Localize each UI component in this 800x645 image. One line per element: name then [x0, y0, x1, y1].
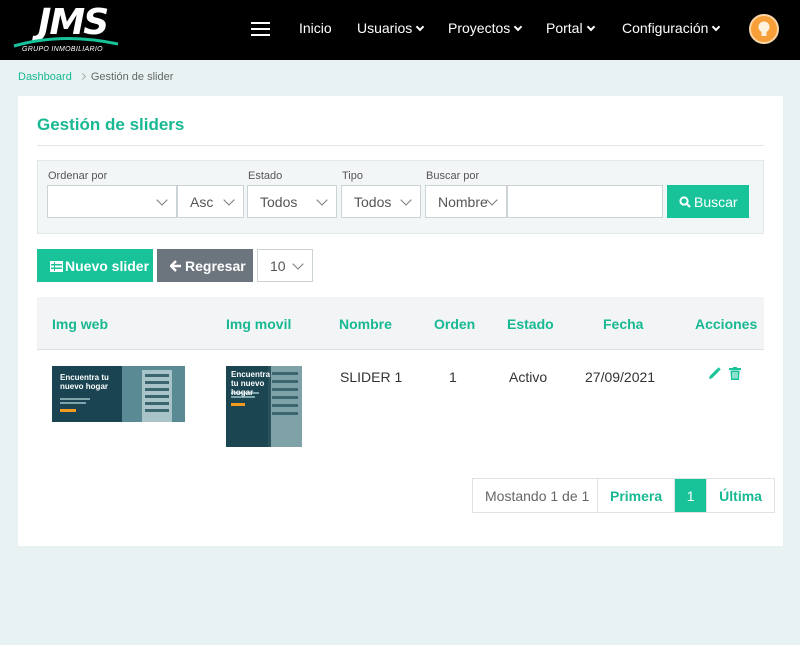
- chevron-down-icon: [416, 22, 425, 32]
- chevron-down-icon: [400, 194, 412, 206]
- estado-label: Estado: [248, 170, 283, 182]
- pagination-last[interactable]: Última: [706, 479, 774, 512]
- menu-toggle-icon[interactable]: [251, 22, 270, 37]
- nav-item-usuarios[interactable]: Usuarios: [357, 20, 425, 36]
- chevron-down-icon: [586, 22, 595, 32]
- logo-subtitle: GRUPO INMOBILIARIO: [22, 46, 103, 53]
- tipo-select[interactable]: Todos: [341, 185, 421, 218]
- chevron-down-icon: [712, 22, 721, 32]
- list-table-icon: [50, 261, 63, 272]
- per-page-select[interactable]: 10: [257, 249, 313, 282]
- col-header-acciones: Acciones: [695, 316, 758, 332]
- chevron-down-icon: [316, 194, 328, 206]
- chevron-down-icon: [514, 22, 523, 32]
- chevron-down-icon: [223, 194, 235, 206]
- chevron-down-icon: [156, 194, 168, 206]
- search-field-select[interactable]: Nombre: [425, 185, 507, 218]
- estado-select[interactable]: Todos: [247, 185, 337, 218]
- slider-image-movil[interactable]: Encuentra tu nuevo hogar: [226, 366, 302, 447]
- search-icon: [679, 196, 691, 208]
- breadcrumb-current: Gestión de slider: [90, 71, 174, 83]
- col-header-nombre: Nombre: [339, 316, 392, 332]
- chevron-right-icon: [78, 72, 86, 81]
- buscar-label: Buscar por: [426, 170, 480, 182]
- chevron-down-icon: [486, 194, 498, 206]
- title-divider: [37, 145, 764, 146]
- pagination-first[interactable]: Primera: [597, 479, 674, 512]
- page-title: Gestión de sliders: [37, 115, 185, 134]
- order-select[interactable]: [47, 185, 177, 218]
- order-label: Ordenar por: [48, 170, 108, 182]
- nav-item-proyectos[interactable]: Proyectos: [448, 20, 523, 36]
- col-header-img-web: Img web: [52, 316, 109, 332]
- arrow-left-icon: [169, 260, 181, 272]
- img-movil-caption: Encuentra tu nuevo hogar: [231, 370, 271, 397]
- pagination-info: Mostando 1 de 1: [485, 488, 590, 504]
- cell-nombre: SLIDER 1: [340, 369, 403, 385]
- brand-logo[interactable]: JMS GRUPO INMOBILIARIO: [12, 2, 120, 56]
- cell-fecha: 27/09/2021: [585, 369, 656, 385]
- search-input[interactable]: [507, 185, 663, 218]
- tipo-label: Tipo: [342, 170, 363, 182]
- col-header-estado: Estado: [507, 316, 554, 332]
- pagination-page-current[interactable]: 1: [674, 479, 707, 512]
- content-card: Gestión de sliders Ordenar por Asc Estad…: [18, 96, 783, 546]
- col-header-orden: Orden: [434, 316, 476, 332]
- breadcrumb-dashboard-link[interactable]: Dashboard: [18, 71, 72, 83]
- pagination: Mostando 1 de 1 Primera 1 Última: [472, 478, 775, 513]
- table-header: Img web Img movil Nombre Orden Estado Fe…: [37, 297, 764, 350]
- delete-trash-icon[interactable]: [728, 367, 741, 383]
- chevron-down-icon: [292, 258, 304, 270]
- edit-pencil-icon[interactable]: [708, 367, 721, 383]
- new-slider-button[interactable]: Nuevo slider: [37, 249, 153, 282]
- img-web-caption: Encuentra tu nuevo hogar: [60, 373, 109, 391]
- lightbulb-icon: [758, 21, 770, 36]
- direction-select[interactable]: Asc: [177, 185, 244, 218]
- back-button[interactable]: Regresar: [157, 249, 253, 282]
- slider-image-web[interactable]: Encuentra tu nuevo hogar: [52, 366, 185, 422]
- col-header-img-movil: Img movil: [226, 316, 292, 332]
- col-header-fecha: Fecha: [603, 316, 644, 332]
- filter-panel: Ordenar por Asc Estado Todos Tipo Todos …: [37, 160, 764, 234]
- search-button[interactable]: Buscar: [667, 185, 749, 218]
- top-navbar: JMS GRUPO INMOBILIARIO Inicio Usuarios P…: [0, 0, 800, 60]
- nav-item-inicio[interactable]: Inicio: [299, 20, 332, 36]
- breadcrumb: Dashboard Gestión de slider: [18, 71, 173, 83]
- cell-estado: Activo: [509, 369, 548, 385]
- nav-item-configuracion[interactable]: Configuración: [622, 20, 721, 36]
- user-avatar[interactable]: [749, 14, 779, 44]
- cell-orden: 1: [449, 369, 457, 385]
- row-actions: [708, 367, 745, 383]
- nav-item-portal[interactable]: Portal: [546, 20, 595, 36]
